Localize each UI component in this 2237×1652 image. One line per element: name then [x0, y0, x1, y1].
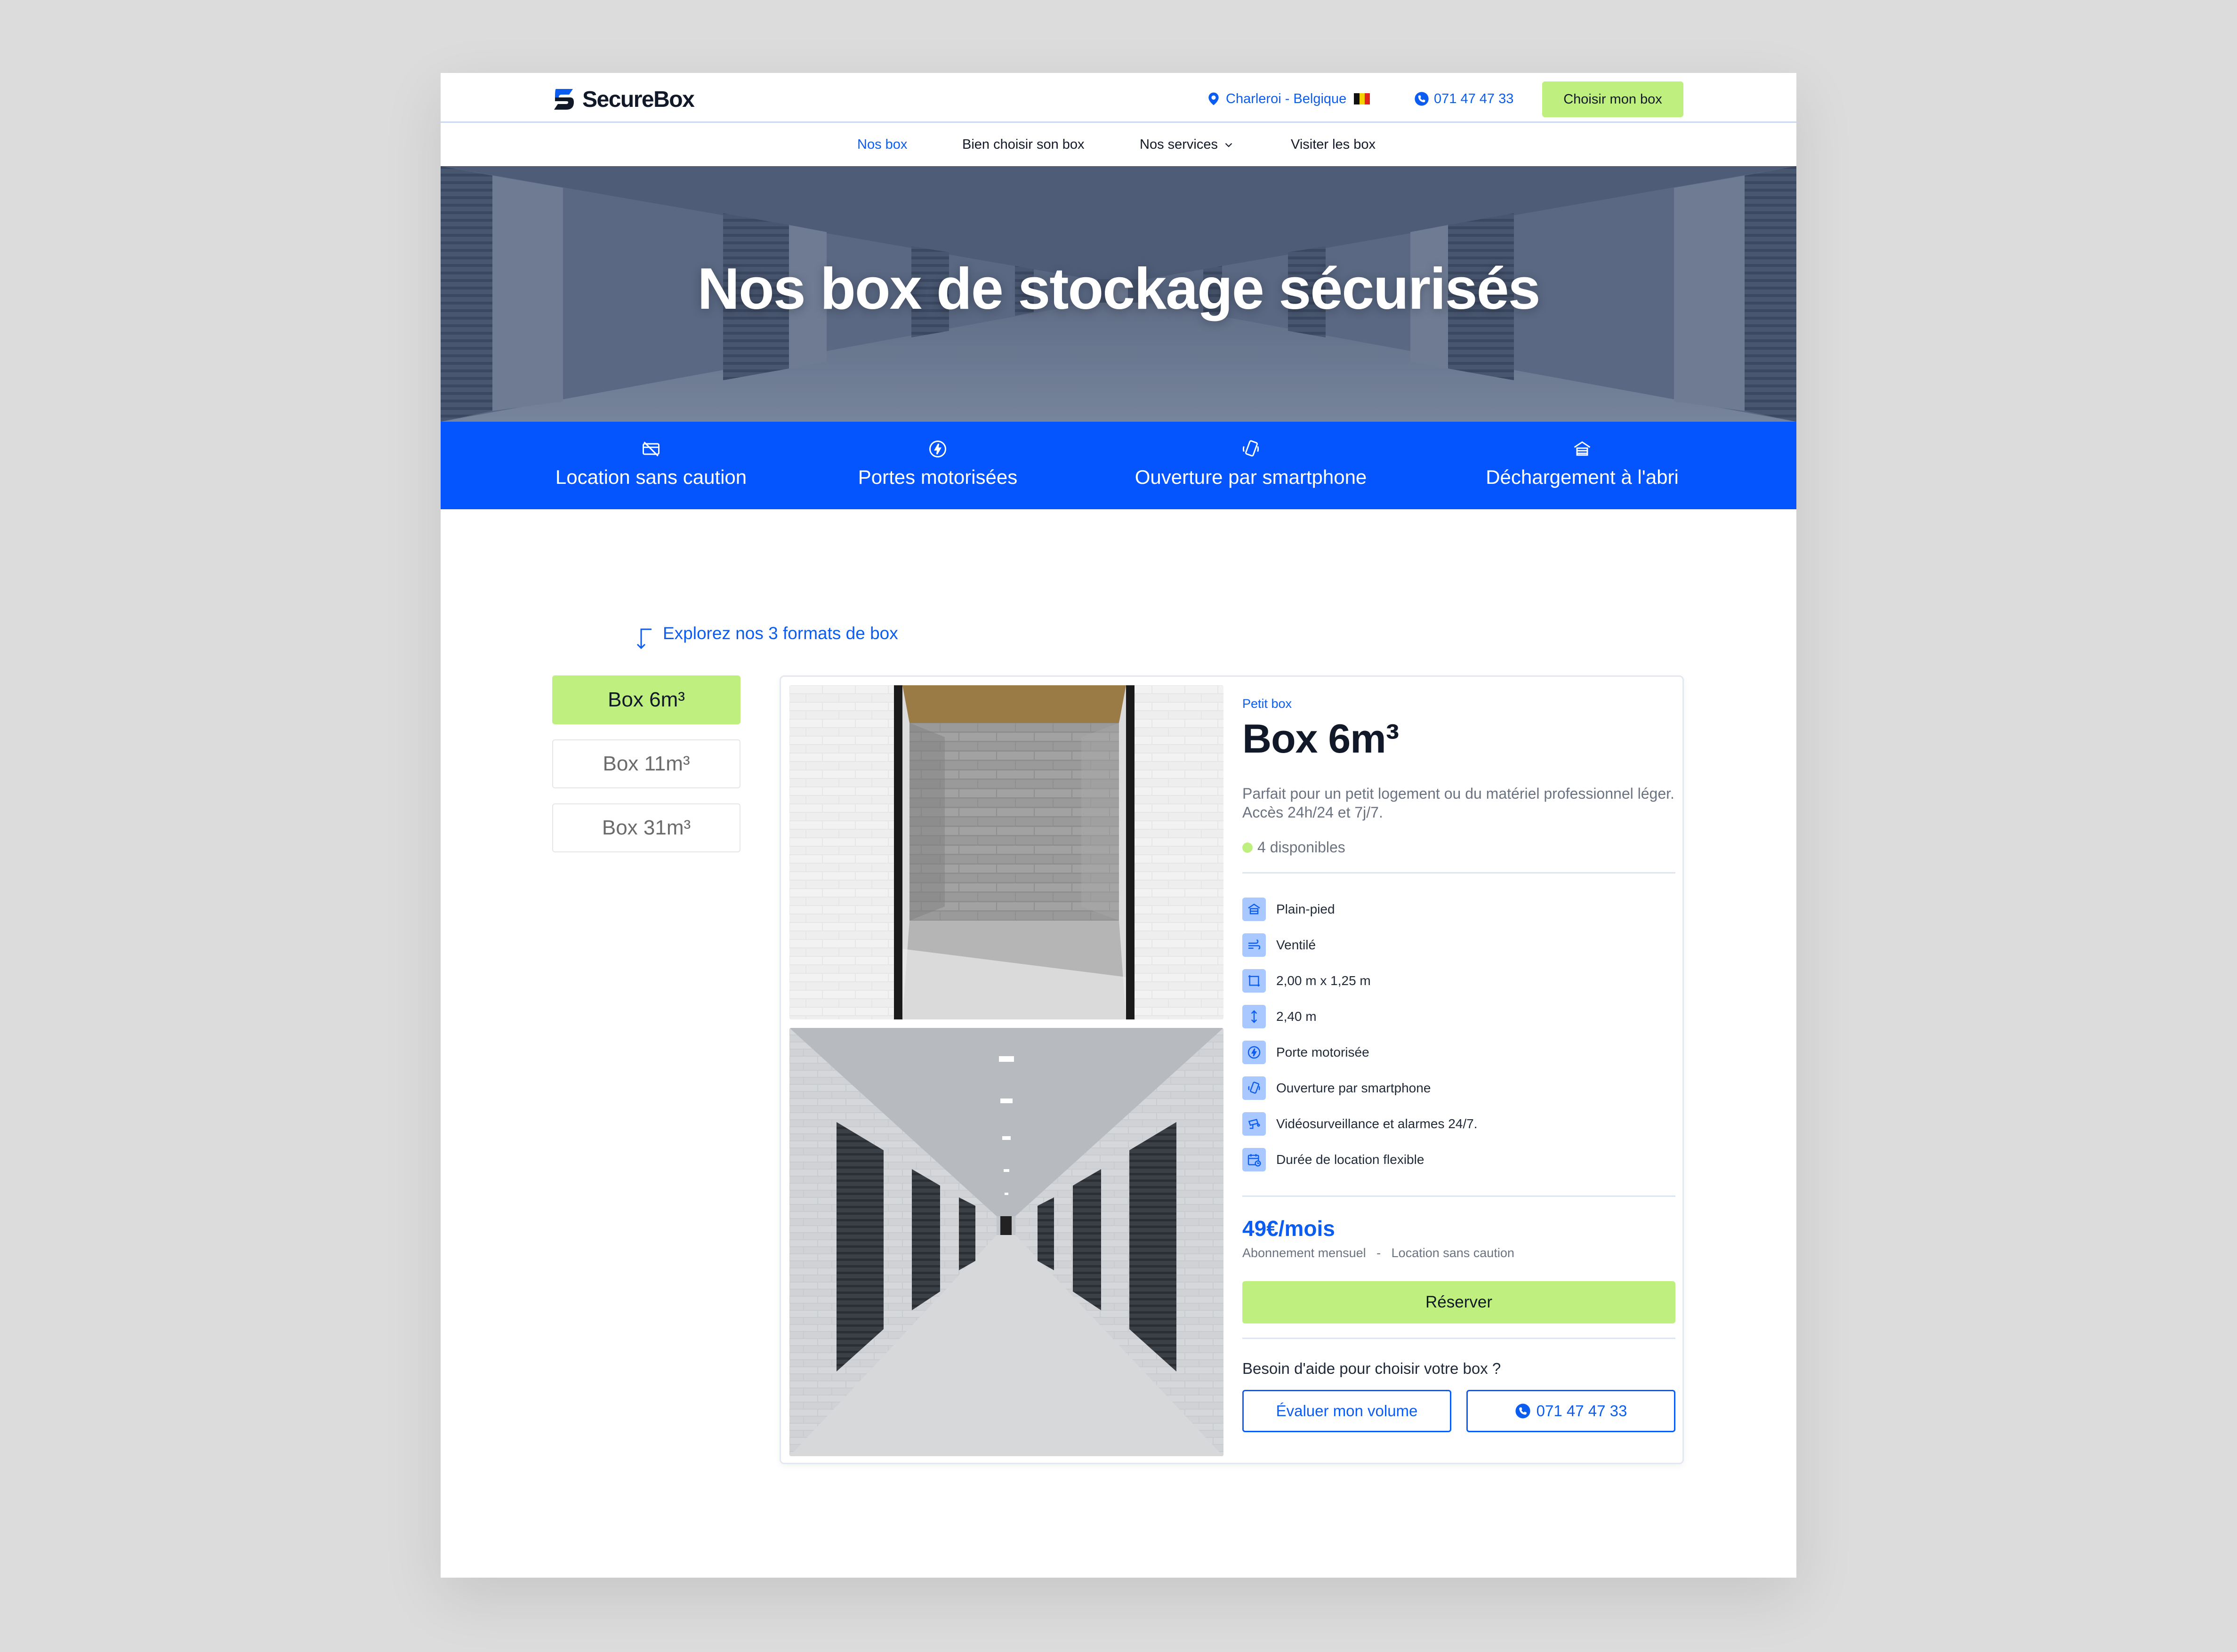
- product-feature: 2,40 m: [1242, 999, 1675, 1035]
- phone-icon: [1415, 92, 1429, 106]
- nav-item-nos-box[interactable]: Nos box: [857, 137, 907, 152]
- product-feature: 2,00 m x 1,25 m: [1242, 963, 1675, 999]
- feature-label: Portes motorisées: [858, 466, 1018, 488]
- shelter-icon: [1574, 441, 1591, 456]
- features-band: Location sans caution Portes motorisées …: [441, 422, 1796, 509]
- smartphone-icon: [1242, 440, 1259, 457]
- nav-item-visiter[interactable]: Visiter les box: [1291, 137, 1376, 152]
- feature-no-deposit: Location sans caution: [552, 439, 750, 489]
- reserve-button[interactable]: Réserver: [1242, 1281, 1675, 1323]
- button-label: Évaluer mon volume: [1276, 1402, 1418, 1419]
- ventilation-icon: [1248, 939, 1261, 950]
- product-card: Petit box Box 6m³ Parfait pour un petit …: [780, 675, 1684, 1464]
- smartphone-icon: [1248, 1082, 1260, 1094]
- box-interior-photo: [789, 685, 1223, 1019]
- explore-formats: Explorez nos 3 formats de box: [635, 624, 898, 651]
- product-feature: Ventilé: [1242, 927, 1675, 963]
- help-buttons: Évaluer mon volume 071 47 47 33: [1242, 1390, 1675, 1432]
- motor-icon: [1247, 1046, 1261, 1059]
- product-feature: Plain-pied: [1242, 891, 1675, 927]
- availability-dot-icon: [1242, 842, 1253, 853]
- hero-title: Nos box de stockage sécurisés: [697, 257, 1540, 321]
- brand-name: SecureBox: [582, 87, 695, 112]
- location-link[interactable]: Charleroi - Belgique: [1206, 87, 1370, 111]
- feature-label: Ouverture par smartphone: [1135, 466, 1367, 488]
- map-pin-icon: [1208, 92, 1219, 105]
- ground-floor-icon: [1248, 903, 1260, 914]
- price-terms: Abonnement mensuel - Location sans cauti…: [1242, 1246, 1514, 1260]
- product-feature: Vidéosurveillance et alarmes 24/7.: [1242, 1106, 1675, 1142]
- nav-item-nos-services[interactable]: Nos services: [1140, 137, 1235, 152]
- phone-link[interactable]: 071 47 47 33: [1414, 87, 1513, 111]
- motor-icon: [929, 441, 946, 457]
- availability-text: 4 disponibles: [1257, 839, 1345, 856]
- surface-icon: [1248, 975, 1260, 986]
- description-line: Parfait pour un petit logement ou du mat…: [1242, 785, 1674, 802]
- nav-item-bien-choisir[interactable]: Bien choisir son box: [962, 137, 1085, 152]
- arrow-down-left-icon: [636, 628, 652, 650]
- corridor-photo: [789, 1028, 1223, 1456]
- product-feature: Porte motorisée: [1242, 1035, 1675, 1070]
- divider: [1242, 1195, 1675, 1197]
- page: SecureBox Charleroi - Belgique 071 47 47…: [441, 73, 1796, 1578]
- feature-smartphone: Ouverture par smartphone: [1131, 439, 1371, 489]
- tab-box-11m3[interactable]: Box 11m³: [552, 739, 740, 788]
- call-button[interactable]: 071 47 47 33: [1466, 1390, 1675, 1432]
- divider: [1242, 1338, 1675, 1339]
- nav-item-label: Nos services: [1140, 137, 1218, 152]
- securebox-logo-icon: [554, 89, 574, 110]
- logo[interactable]: SecureBox: [552, 85, 695, 113]
- no-deposit-icon: [643, 441, 660, 457]
- tab-box-6m3[interactable]: Box 6m³: [552, 675, 740, 724]
- tab-box-31m3[interactable]: Box 31m³: [552, 803, 740, 852]
- calendar-icon: [1247, 1154, 1261, 1167]
- main-nav: Nos box Bien choisir son box Nos service…: [441, 123, 1796, 166]
- feature-label: Location sans caution: [555, 466, 747, 488]
- choose-box-button[interactable]: Choisir mon box: [1542, 81, 1683, 117]
- feature-shelter: Déchargement à l'abri: [1481, 439, 1683, 489]
- hero-banner: Nos box de stockage sécurisés: [441, 166, 1796, 422]
- top-bar: SecureBox Charleroi - Belgique 071 47 47…: [441, 73, 1796, 123]
- chevron-down-icon: [1225, 143, 1232, 147]
- location-text: Charleroi - Belgique: [1226, 91, 1347, 106]
- product-features: Plain-pied Ventilé 2,00 m x 1,25 m 2,40 …: [1242, 891, 1675, 1178]
- feature-motor-doors: Portes motorisées: [853, 439, 1022, 489]
- phone-text: 071 47 47 33: [1434, 91, 1514, 106]
- phone-icon: [1515, 1403, 1530, 1419]
- height-icon: [1251, 1010, 1257, 1023]
- evaluate-volume-button[interactable]: Évaluer mon volume: [1242, 1390, 1451, 1432]
- divider: [1242, 872, 1675, 874]
- help-text: Besoin d'aide pour choisir votre box ?: [1242, 1360, 1501, 1377]
- product-feature: Durée de location flexible: [1242, 1142, 1675, 1178]
- camera-icon: [1248, 1119, 1260, 1129]
- description-line: Accès 24h/24 et 7j/7.: [1242, 804, 1383, 821]
- product-kicker: Petit box: [1242, 697, 1292, 711]
- belgium-flag-icon: [1354, 93, 1370, 104]
- feature-label: Déchargement à l'abri: [1486, 466, 1679, 488]
- availability: 4 disponibles: [1242, 839, 1675, 856]
- explore-label: Explorez nos 3 formats de box: [663, 624, 898, 643]
- product-description: Parfait pour un petit logement ou du mat…: [1242, 784, 1675, 822]
- product-details: Petit box Box 6m³ Parfait pour un petit …: [1242, 685, 1675, 1432]
- product-price: 49€/mois: [1242, 1216, 1335, 1241]
- button-label: 071 47 47 33: [1536, 1402, 1627, 1419]
- product-title: Box 6m³: [1242, 716, 1399, 762]
- product-feature: Ouverture par smartphone: [1242, 1070, 1675, 1106]
